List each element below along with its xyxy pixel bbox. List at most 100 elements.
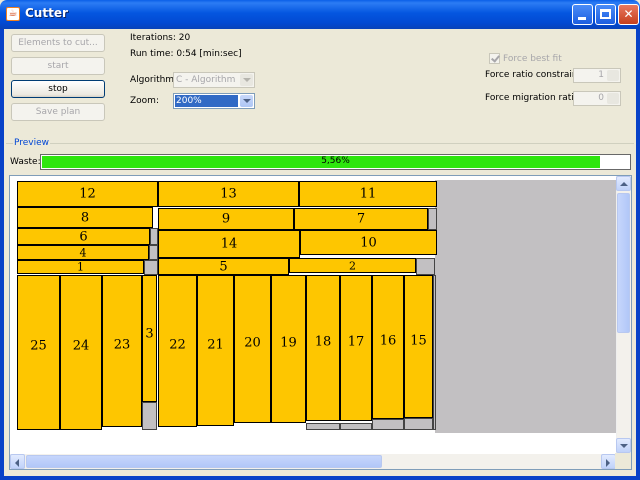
- cut-piece-label: 11: [359, 186, 377, 202]
- cut-piece-7: 7: [294, 208, 428, 230]
- waste-area: [306, 423, 340, 430]
- cut-piece-label: 9: [221, 211, 231, 227]
- cut-piece-3: 3: [142, 275, 157, 402]
- cut-piece-label: 8: [80, 210, 90, 225]
- cut-piece-5: 5: [158, 258, 289, 275]
- zoom-select[interactable]: 200%: [173, 93, 255, 109]
- stop-button[interactable]: stop: [11, 80, 105, 98]
- algorithm-value: C - Algorithm: [176, 75, 236, 85]
- chevron-down-icon[interactable]: [240, 95, 253, 107]
- waste-progress-bar: 5,56%: [40, 154, 631, 170]
- waste-area: [372, 419, 404, 430]
- java-cup-icon[interactable]: ☕: [6, 7, 20, 21]
- waste-area: [340, 423, 372, 430]
- cut-piece-label: 19: [280, 335, 297, 351]
- cut-piece-label: 3: [145, 326, 154, 341]
- cut-piece-label: 23: [113, 337, 131, 353]
- cut-piece-label: 4: [79, 246, 87, 259]
- waste-area: [428, 208, 437, 230]
- preview-title: Preview: [13, 138, 51, 148]
- cut-piece-25: 25: [17, 275, 60, 430]
- scroll-down-icon[interactable]: [616, 438, 631, 453]
- window-border-right: [636, 29, 640, 480]
- cut-piece-21: 21: [197, 275, 234, 426]
- cut-piece-label: 6: [79, 229, 88, 244]
- cut-piece-10: 10: [300, 230, 437, 255]
- cut-piece-label: 7: [356, 211, 366, 227]
- vertical-scroll-thumb[interactable]: [617, 193, 630, 333]
- migration-ratio-label: Force migration ratio:: [485, 93, 583, 103]
- ratio-constraint-value: 1: [598, 70, 604, 80]
- waste-area: [142, 402, 157, 430]
- cut-piece-16: 16: [372, 275, 404, 419]
- zoom-value: 200%: [175, 95, 238, 107]
- iterations-label: Iterations: 20: [130, 33, 191, 43]
- cut-piece-label: 25: [30, 338, 47, 354]
- cut-piece-6: 6: [17, 228, 150, 245]
- cut-piece-15: 15: [404, 275, 433, 418]
- waste-area: [144, 260, 158, 275]
- window-border-left: [0, 29, 4, 480]
- cut-piece-13: 13: [158, 181, 299, 207]
- spinner-arrows-icon[interactable]: [607, 70, 619, 81]
- cut-piece-label: 16: [379, 333, 397, 349]
- cut-piece-label: 1: [77, 260, 84, 274]
- maximize-icon: [600, 9, 611, 19]
- maximize-button[interactable]: [595, 4, 616, 25]
- cut-piece-24: 24: [60, 275, 102, 430]
- minimize-icon: [578, 17, 586, 20]
- cutting-plan-canvas: 12 13 11 8 9 7 6 14 10 4 1 5 2 25 24 23 3 22 21 20 19 18 17 16 1…: [11, 177, 616, 453]
- start-button[interactable]: start: [11, 57, 105, 75]
- cut-piece-17: 17: [340, 275, 372, 421]
- cut-piece-label: 14: [220, 236, 238, 252]
- window-title: Cutter: [25, 6, 68, 20]
- cut-piece-label: 22: [169, 337, 186, 353]
- cut-piece-2: 2: [289, 258, 416, 273]
- algorithm-select[interactable]: C - Algorithm: [173, 72, 255, 88]
- migration-ratio-spinner[interactable]: 0: [573, 91, 621, 106]
- zoom-label: Zoom:: [130, 96, 159, 106]
- vertical-scrollbar[interactable]: [616, 176, 631, 453]
- close-icon: ✕: [623, 7, 634, 21]
- cut-piece-label: 2: [349, 259, 356, 272]
- cut-piece-label: 21: [207, 337, 224, 353]
- close-button[interactable]: ✕: [618, 4, 639, 25]
- cut-piece-20: 20: [234, 275, 271, 423]
- horizontal-scroll-thumb[interactable]: [26, 455, 382, 468]
- cut-piece-label: 17: [347, 334, 365, 350]
- cut-piece-19: 19: [271, 275, 306, 423]
- waste-label: Waste:: [10, 157, 41, 167]
- cut-piece-label: 15: [410, 333, 427, 349]
- cut-piece-label: 13: [220, 186, 237, 202]
- minimize-button[interactable]: [572, 4, 593, 25]
- scroll-right-icon[interactable]: [601, 454, 616, 469]
- save-plan-button[interactable]: Save plan: [11, 103, 105, 121]
- run-time-label: Run time: 0:54 [min:sec]: [130, 49, 242, 59]
- waste-area: [433, 275, 436, 430]
- cut-piece-label: 10: [360, 235, 377, 250]
- chevron-down-icon[interactable]: [240, 74, 253, 86]
- spinner-arrows-icon[interactable]: [607, 93, 619, 104]
- migration-ratio-value: 0: [598, 93, 604, 103]
- cut-piece-8: 8: [17, 207, 153, 228]
- waste-area: [150, 228, 158, 245]
- cut-piece-4: 4: [17, 245, 149, 260]
- cut-piece-23: 23: [102, 275, 142, 427]
- cut-piece-label: 18: [314, 334, 332, 350]
- cut-piece-label: 5: [219, 259, 228, 274]
- cut-piece-label: 20: [244, 335, 261, 351]
- title-bar[interactable]: ☕ Cutter ✕: [0, 0, 640, 29]
- horizontal-scrollbar[interactable]: [10, 454, 616, 469]
- scroll-left-icon[interactable]: [10, 454, 25, 469]
- scroll-corner: [615, 453, 631, 469]
- algorithm-label: Algorithm:: [130, 75, 178, 85]
- waste-area: [416, 258, 435, 275]
- unused-sheet-area: [435, 180, 616, 433]
- force-best-fit-checkbox[interactable]: [489, 53, 500, 64]
- cut-piece-9: 9: [158, 208, 294, 230]
- preview-scroll-pane[interactable]: 12 13 11 8 9 7 6 14 10 4 1 5 2 25 24 23 3 22 21 20 19 18 17 16 1…: [9, 175, 632, 470]
- ratio-constraint-spinner[interactable]: 1: [573, 68, 621, 83]
- ratio-constraint-label: Force ratio constraint:: [485, 70, 585, 80]
- scroll-up-icon[interactable]: [616, 176, 631, 191]
- elements-to-cut-button[interactable]: Elements to cut...: [11, 34, 105, 52]
